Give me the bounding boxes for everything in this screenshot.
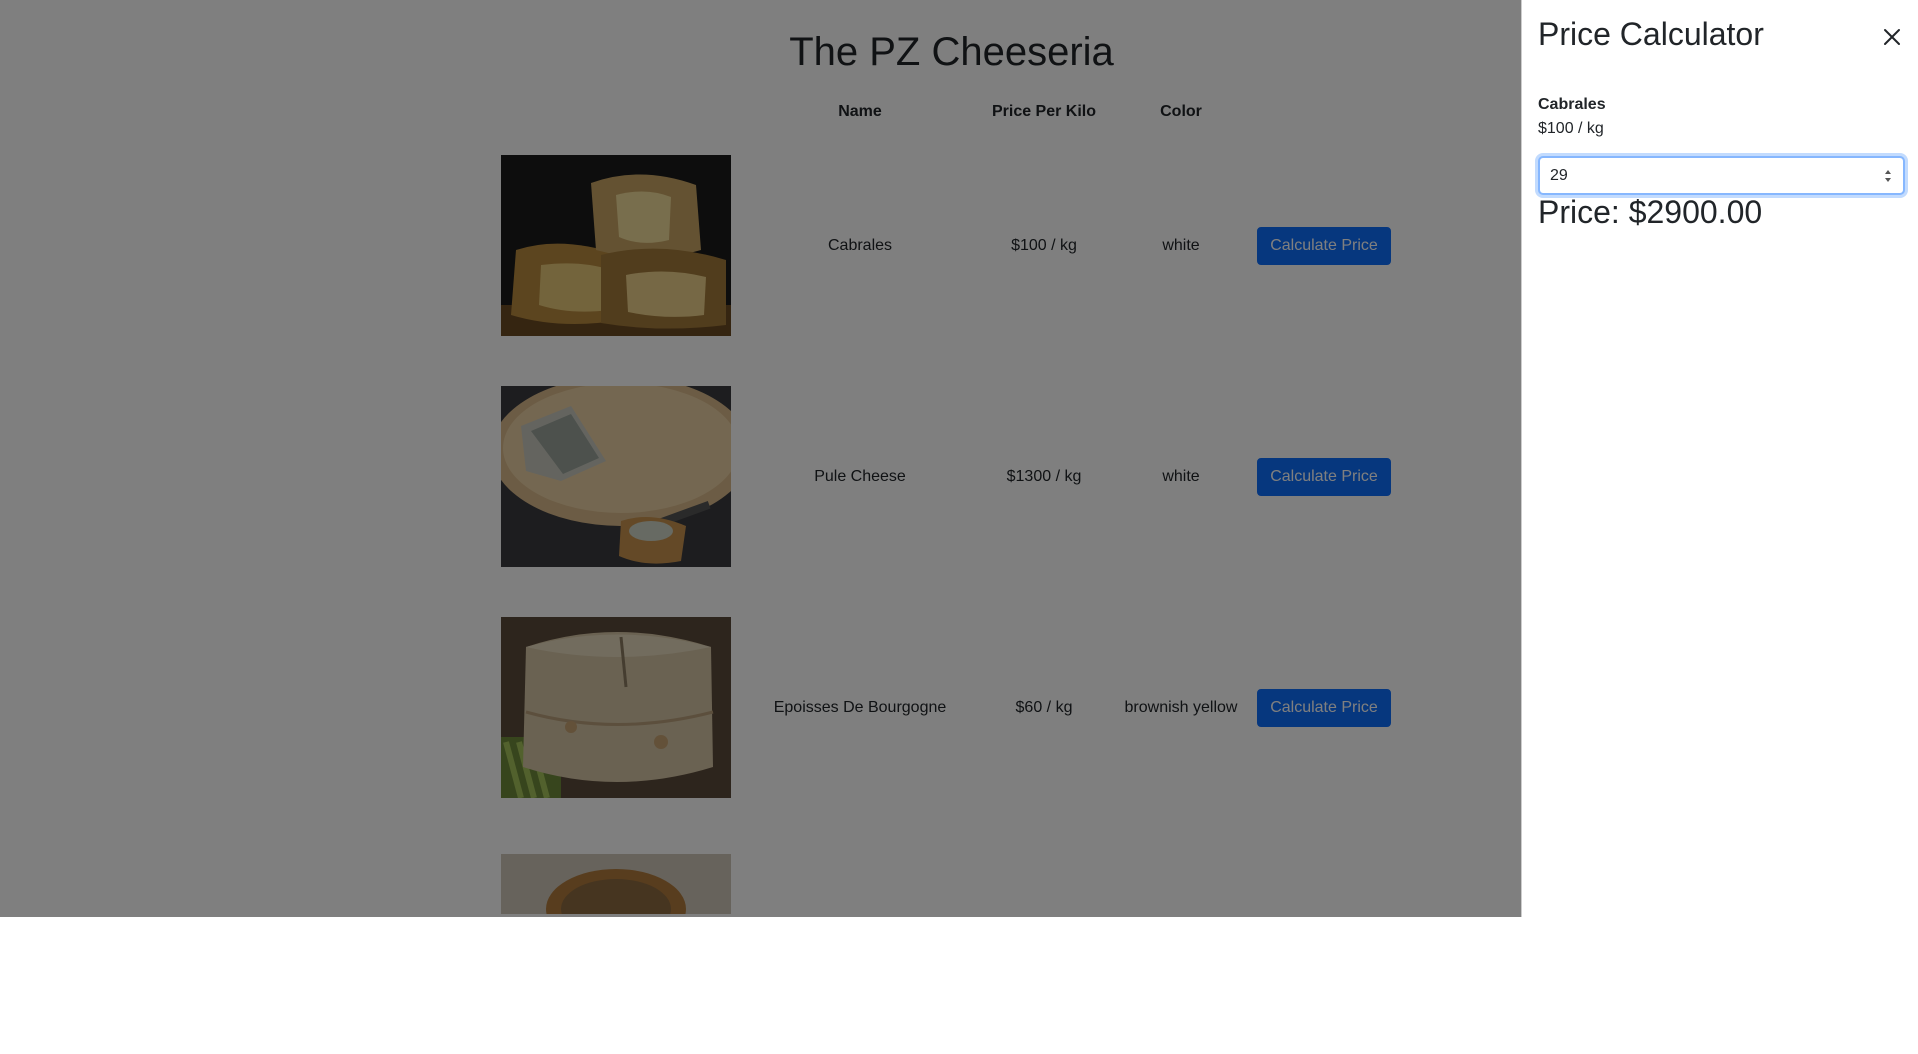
panel-title: Price Calculator xyxy=(1538,16,1764,52)
close-icon[interactable] xyxy=(1880,25,1904,49)
price-calculator-panel: Price Calculator Cabrales $100 / kg Pric… xyxy=(1521,0,1918,917)
selected-cheese-price: $100 / kg xyxy=(1538,120,1604,137)
spinner-icon[interactable] xyxy=(1883,166,1893,186)
calculated-price: Price: $2900.00 xyxy=(1538,194,1763,230)
selected-cheese-name: Cabrales xyxy=(1538,96,1606,113)
quantity-field xyxy=(1538,156,1905,195)
quantity-input[interactable] xyxy=(1548,158,1848,193)
